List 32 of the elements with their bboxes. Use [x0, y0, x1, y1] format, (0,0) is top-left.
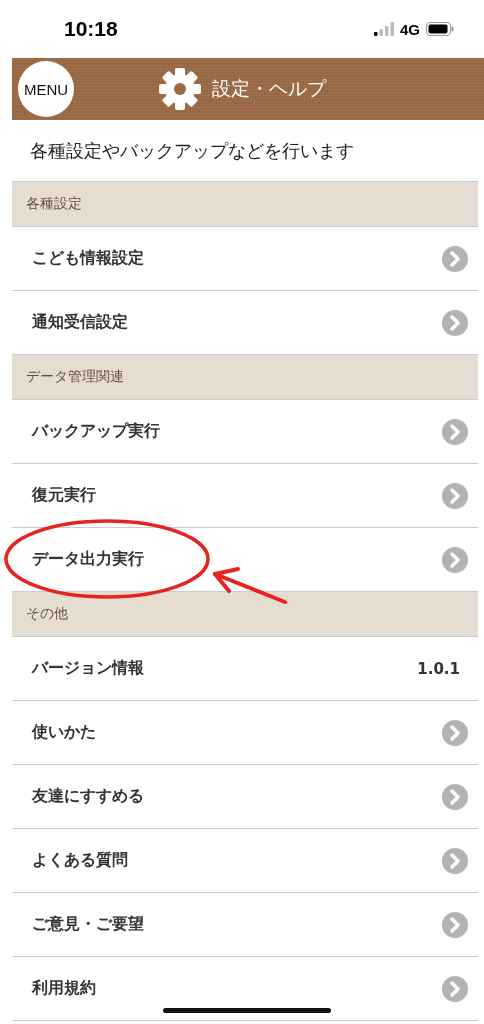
battery-icon [426, 22, 454, 36]
chevron-icon [442, 309, 468, 336]
screen-title: 設定・ヘルプ [212, 76, 326, 101]
chevron-icon [442, 847, 468, 874]
section-header: その他 [12, 592, 478, 637]
gear-icon [158, 67, 202, 111]
row-label: ご意見・ご要望 [32, 914, 145, 935]
section-header: 各種設定 [12, 182, 478, 227]
chevron-icon [442, 546, 468, 573]
chevron-icon [442, 975, 468, 1002]
row-label: こども情報設定 [32, 248, 145, 269]
row-label: バックアップ実行 [32, 421, 161, 442]
row-label: 利用規約 [32, 978, 97, 999]
version-value: 1.0.1 [417, 659, 461, 678]
chevron-icon [442, 719, 468, 746]
network-label: 4G [400, 20, 420, 38]
section-header: データ管理関連 [12, 355, 478, 400]
row-label: 友達にすすめる [32, 786, 145, 807]
row-label: バージョン情報 [32, 658, 145, 679]
row-label: 通知受信設定 [32, 312, 129, 333]
chevron-icon [442, 418, 468, 445]
menu-button[interactable]: MENU [18, 61, 74, 117]
chevron-icon [442, 482, 468, 509]
chevron-icon [442, 911, 468, 938]
status-time: 10:18 [64, 17, 119, 41]
signal-icon [374, 22, 394, 36]
row-label: 復元実行 [32, 485, 97, 506]
row-label: データ出力実行 [32, 549, 145, 570]
chevron-icon [442, 245, 468, 272]
row-label: よくある質問 [32, 850, 129, 871]
chevron-icon [442, 783, 468, 810]
row-label: 使いかた [32, 722, 97, 743]
